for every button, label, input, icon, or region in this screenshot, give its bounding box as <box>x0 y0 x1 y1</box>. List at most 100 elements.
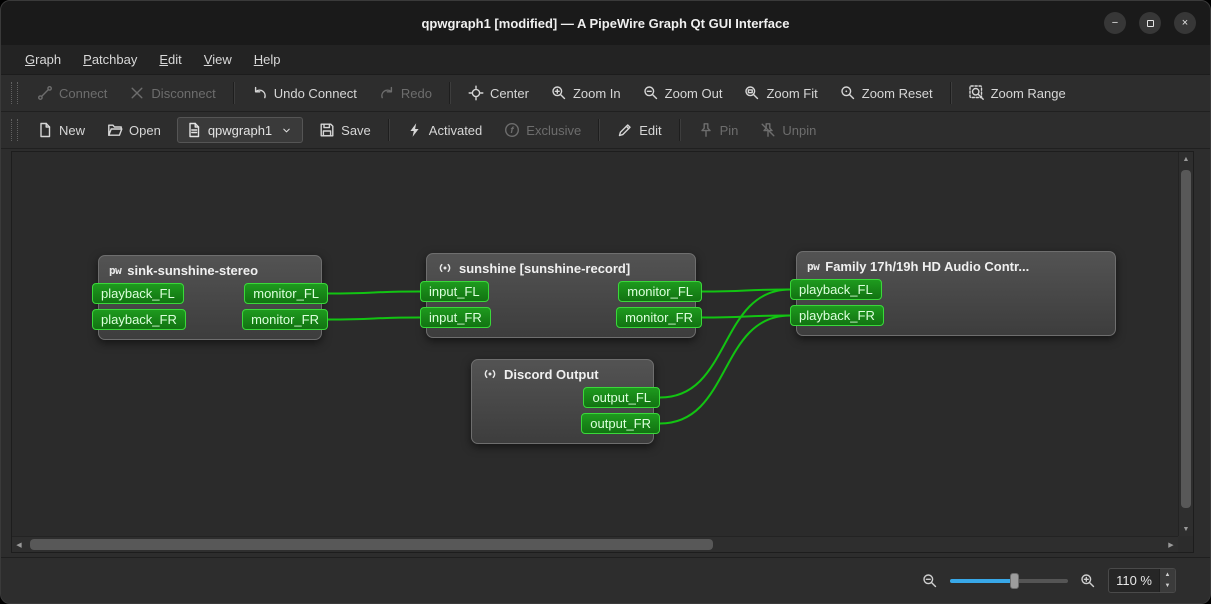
toolbar-button-zoom-reset[interactable]: Zoom Reset <box>830 79 943 107</box>
center-icon <box>468 85 484 101</box>
zoom-slider-track[interactable] <box>950 579 1068 583</box>
port-input_FR[interactable]: input_FR <box>420 307 491 328</box>
toolbar-separator <box>233 82 235 104</box>
zoom-slider-fill <box>950 579 1013 583</box>
toolbar-drag-handle[interactable] <box>11 119 18 141</box>
vertical-scroll-track[interactable] <box>1179 166 1193 522</box>
port-output_FR[interactable]: output_FR <box>581 413 660 434</box>
maximize-button[interactable] <box>1139 12 1161 34</box>
toolbar-button-zoom-range[interactable]: Zoom Range <box>959 79 1076 107</box>
toolbar-button-zoom-in[interactable]: Zoom In <box>541 79 631 107</box>
zoom-slider[interactable] <box>950 571 1068 591</box>
scroll-up-arrow-icon[interactable]: ▲ <box>1179 152 1193 166</box>
toolbar-button-new[interactable]: New <box>27 116 95 144</box>
pipewire-icon: pw <box>807 258 819 274</box>
toolbar-button-label: New <box>59 123 85 138</box>
toolbar-session: New Open qpwgraph1 Save Activated f Exclusive E… <box>1 112 1210 149</box>
menu-edit[interactable]: Edit <box>149 48 191 71</box>
zoom-value[interactable]: 110 % <box>1109 569 1159 592</box>
toolbar-button-label: Save <box>341 123 371 138</box>
output-ports: monitor_FL monitor_FR <box>616 281 702 328</box>
redo-icon <box>379 85 395 101</box>
graph-canvas[interactable]: pwsink-sunshine-stereoplayback_FLplaybac… <box>12 152 1178 536</box>
vertical-scroll-thumb[interactable] <box>1181 170 1191 508</box>
toolbar-button-label: Activated <box>429 123 482 138</box>
port-playback_FL[interactable]: playback_FL <box>790 279 882 300</box>
horizontal-scroll-track[interactable] <box>26 537 1164 552</box>
connection-wires <box>12 152 1178 536</box>
graph-node-sunshine[interactable]: sunshine [sunshine-record]input_FLinput_… <box>426 253 696 338</box>
toolbar-button-exclusive[interactable]: f Exclusive <box>494 116 591 144</box>
scroll-right-arrow-icon[interactable]: ▶ <box>1164 537 1178 552</box>
toolbar-button-label: Exclusive <box>526 123 581 138</box>
graph-node-sink[interactable]: pwsink-sunshine-stereoplayback_FLplaybac… <box>98 255 322 340</box>
toolbar-separator <box>598 119 600 141</box>
port-input_FL[interactable]: input_FL <box>420 281 489 302</box>
unpin-icon <box>760 122 776 138</box>
toolbar-button-label: Redo <box>401 86 432 101</box>
toolbar-button-open[interactable]: Open <box>97 116 171 144</box>
node-title-bar: sunshine [sunshine-record] <box>427 254 695 278</box>
toolbar-button-redo[interactable]: Redo <box>369 79 442 107</box>
menu-graph[interactable]: Graph <box>15 48 71 71</box>
zoom-fit-icon <box>744 85 760 101</box>
node-title-bar: Discord Output <box>472 360 653 384</box>
horizontal-scroll-thumb[interactable] <box>30 539 713 550</box>
node-title: sunshine [sunshine-record] <box>459 261 630 276</box>
toolbar-button-connect[interactable]: Connect <box>27 79 117 107</box>
edit-icon <box>617 122 633 138</box>
port-monitor_FR[interactable]: monitor_FR <box>242 309 328 330</box>
toolbar-button-activated[interactable]: Activated <box>397 116 492 144</box>
toolbar-separator <box>950 82 952 104</box>
node-title: sink-sunshine-stereo <box>127 263 258 278</box>
port-monitor_FL[interactable]: monitor_FL <box>618 281 702 302</box>
graph-node-discord[interactable]: Discord Outputoutput_FLoutput_FR <box>471 359 654 444</box>
zoom-out-icon[interactable] <box>922 573 938 589</box>
svg-text:f: f <box>511 125 515 136</box>
minimize-button[interactable]: − <box>1104 12 1126 34</box>
toolbar-button-label: Pin <box>720 123 739 138</box>
toolbar-button-undo-connect[interactable]: Undo Connect <box>242 79 367 107</box>
media-app-icon <box>437 260 453 276</box>
patchbay-profile-combo[interactable]: qpwgraph1 <box>177 117 303 143</box>
connect-icon <box>37 85 53 101</box>
port-output_FL[interactable]: output_FL <box>583 387 660 408</box>
menu-view[interactable]: View <box>194 48 242 71</box>
spin-up-button[interactable]: ▲ <box>1160 569 1175 581</box>
toolbar-button-disconnect[interactable]: Disconnect <box>119 79 225 107</box>
toolbar-button-label: Open <box>129 123 161 138</box>
port-monitor_FL[interactable]: monitor_FL <box>244 283 328 304</box>
port-monitor_FR[interactable]: monitor_FR <box>616 307 702 328</box>
close-button[interactable]: × <box>1174 12 1196 34</box>
spin-down-button[interactable]: ▼ <box>1160 581 1175 593</box>
toolbar-button-label: Undo Connect <box>274 86 357 101</box>
toolbar-drag-handle[interactable] <box>11 82 18 104</box>
port-playback_FL[interactable]: playback_FL <box>92 283 184 304</box>
activated-icon <box>407 122 423 138</box>
toolbar-button-edit[interactable]: Edit <box>607 116 671 144</box>
zoom-in-icon[interactable] <box>1080 573 1096 589</box>
toolbar-button-center[interactable]: Center <box>458 79 539 107</box>
menubar: GraphPatchbayEditViewHelp <box>1 45 1210 75</box>
horizontal-scrollbar[interactable]: ◀ ▶ <box>12 536 1178 552</box>
zoom-slider-handle[interactable] <box>1010 573 1019 589</box>
vertical-scrollbar[interactable]: ▲ ▼ <box>1178 152 1193 536</box>
toolbar-button-zoom-out[interactable]: Zoom Out <box>633 79 733 107</box>
menu-help[interactable]: Help <box>244 48 291 71</box>
zoom-range-icon <box>969 85 985 101</box>
port-playback_FR[interactable]: playback_FR <box>790 305 884 326</box>
scroll-left-arrow-icon[interactable]: ◀ <box>12 537 26 552</box>
menu-patchbay[interactable]: Patchbay <box>73 48 147 71</box>
scroll-down-arrow-icon[interactable]: ▼ <box>1179 522 1193 536</box>
port-playback_FR[interactable]: playback_FR <box>92 309 186 330</box>
disconnect-icon <box>129 85 145 101</box>
toolbar-button-zoom-fit[interactable]: Zoom Fit <box>734 79 827 107</box>
zoom-spinbox[interactable]: 110 % ▲ ▼ <box>1108 568 1176 593</box>
toolbar-button-save[interactable]: Save <box>309 116 381 144</box>
toolbar-button-unpin[interactable]: Unpin <box>750 116 826 144</box>
graph-node-family[interactable]: pwFamily 17h/19h HD Audio Contr...playba… <box>796 251 1116 336</box>
toolbar-button-label: Zoom Reset <box>862 86 933 101</box>
titlebar[interactable]: qpwgraph1 [modified] — A PipeWire Graph … <box>1 1 1210 45</box>
toolbar-button-pin[interactable]: Pin <box>688 116 749 144</box>
toolbar-button-label: Zoom In <box>573 86 621 101</box>
